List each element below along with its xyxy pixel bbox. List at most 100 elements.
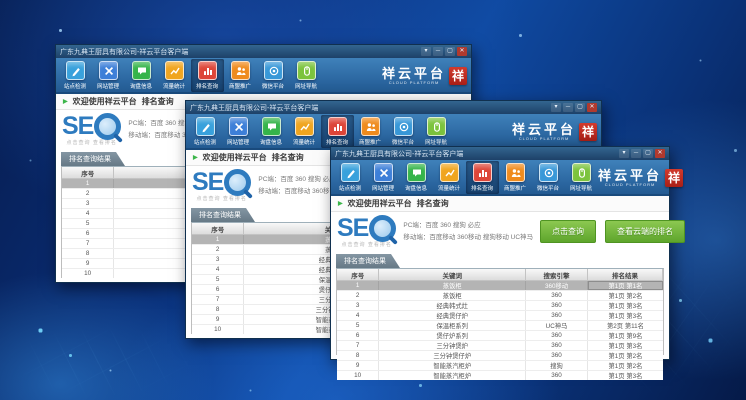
site-nav-icon: [572, 163, 591, 182]
skin-button[interactable]: ▾: [551, 103, 561, 112]
site-check-icon: [66, 61, 85, 80]
toolbar-item-商盟推广[interactable]: 商盟推广: [354, 115, 387, 148]
table-row[interactable]: 2蒸饭柜360第1页 第2名: [337, 291, 663, 301]
toolbar-item-排名查询[interactable]: 排名查询: [321, 115, 354, 148]
toolbar-item-网址导航[interactable]: 网址导航: [290, 59, 323, 92]
breadcrumb-page: 排名查询: [417, 198, 449, 209]
toolbar-item-商盟推广[interactable]: 商盟推广: [224, 59, 257, 92]
close-button[interactable]: ✕: [655, 149, 665, 158]
cell-no: 3: [192, 255, 244, 264]
brand-logo: 祥云平台 CLOUD PLATFORM 祥: [382, 59, 468, 92]
cell-engine: 360: [526, 331, 588, 340]
query-button[interactable]: 点击查询: [540, 220, 596, 243]
toolbar-items: 站点检测网站管理询盘信息流量统计 排名查询商盟推广微信平台网址导航: [189, 115, 453, 148]
cell-no: 9: [192, 315, 244, 324]
toolbar-item-微信平台[interactable]: 微信平台: [532, 161, 565, 194]
table-row[interactable]: 5保温柜系列UC神马第2页 第11名: [337, 321, 663, 331]
main-toolbar: 站点检测网站管理询盘信息流量统计排名查询商盟推广微信平台网址导航 祥云平台 CL…: [56, 58, 471, 94]
cell-engine: 360: [526, 291, 588, 300]
toolbar-item-流量统计[interactable]: 流量统计: [288, 115, 321, 148]
table-row[interactable]: 7三分钟煲炉360第1页 第3名: [337, 341, 663, 351]
toolbar-item-label: 排名查询: [326, 137, 348, 145]
result-tab[interactable]: 排名查询结果: [191, 208, 255, 222]
table-row[interactable]: 1蒸饭柜360移动第1页 第1名: [337, 281, 663, 291]
main-toolbar: 站点检测网站管理询盘信息流量统计 排名查询商盟推广微信平台网址导航 祥云平台 CL…: [186, 114, 601, 150]
toolbar-item-label: 网站管理: [227, 137, 249, 145]
ranking-table: 序号 关键词 搜索引擎 排名结果 1蒸饭柜360移动第1页 第1名2蒸饭柜360…: [336, 268, 664, 355]
close-button[interactable]: ✕: [457, 47, 467, 56]
toolbar-item-网址导航[interactable]: 网址导航: [420, 115, 453, 148]
table-row[interactable]: 4经典煲仔炉360第1页 第3名: [337, 311, 663, 321]
result-tab[interactable]: 排名查询结果: [336, 254, 400, 268]
table-row[interactable]: 10智能蒸汽柜炉360第1页 第3名: [337, 371, 663, 380]
toolbar-item-站点检测[interactable]: 站点检测: [334, 161, 367, 194]
cloud-rank-button[interactable]: 查看云端的排名: [605, 220, 685, 243]
window-title: 广东九典王厨具有限公司-祥云平台客户端: [335, 149, 463, 159]
skin-button[interactable]: ▾: [619, 149, 629, 158]
breadcrumb: ▶ 欢迎使用祥云平台 排名查询: [331, 196, 669, 212]
toolbar-item-询盘信息[interactable]: 询盘信息: [400, 161, 433, 194]
toolbar-item-label: 网站管理: [372, 183, 394, 191]
brand-name-en: CLOUD PLATFORM: [519, 137, 570, 141]
breadcrumb-arrow-icon: ▶: [338, 200, 343, 207]
brand-seal-icon: 祥: [449, 67, 467, 85]
minimize-button[interactable]: ─: [433, 47, 443, 56]
toolbar-item-网站管理[interactable]: 网站管理: [222, 115, 255, 148]
background-stars: [0, 0, 1, 1]
table-row[interactable]: 3经典韩式灶360第1页 第3名: [337, 301, 663, 311]
table-row[interactable]: 6煲仔炉系列360第1页 第9名: [337, 331, 663, 341]
brand-seal-icon: 祥: [665, 169, 683, 187]
toolbar-item-站点检测[interactable]: 站点检测: [59, 59, 92, 92]
toolbar-item-流量统计[interactable]: 流量统计: [433, 161, 466, 194]
toolbar-item-询盘信息[interactable]: 询盘信息: [125, 59, 158, 92]
toolbar-item-微信平台[interactable]: 微信平台: [257, 59, 290, 92]
minimize-button[interactable]: ─: [631, 149, 641, 158]
toolbar-item-label: 商盟推广: [229, 81, 251, 89]
toolbar-item-label: 询盘信息: [130, 81, 152, 89]
toolbar-item-排名查询[interactable]: 排名查询: [191, 59, 224, 92]
toolbar-item-网站管理[interactable]: 网站管理: [367, 161, 400, 194]
seo-logo-text: SE: [192, 170, 223, 195]
toolbar-item-商盟推广[interactable]: 商盟推广: [499, 161, 532, 194]
seo-header-row: SE 点击查询 查看排名 PC端：百度 360 搜狗 必应 移动端：百度移动 3…: [331, 212, 669, 250]
cell-keyword: 蒸饭柜: [379, 291, 526, 300]
alliance-promo-icon: [506, 163, 525, 182]
cell-keyword: 保温柜系列: [379, 321, 526, 330]
maximize-button[interactable]: ▢: [643, 149, 653, 158]
cell-no: 10: [337, 371, 379, 380]
cell-rank: 第1页 第2名: [588, 361, 663, 370]
title-bar[interactable]: 广东九典王厨具有限公司-祥云平台客户端 ▾ ─ ▢ ✕: [186, 101, 601, 114]
toolbar-item-网址导航[interactable]: 网址导航: [565, 161, 598, 194]
cell-no: 6: [62, 229, 114, 238]
cell-rank: 第1页 第3名: [588, 301, 663, 310]
inquiry-icon: [132, 61, 151, 80]
cell-rank: 第1页 第3名: [588, 311, 663, 320]
skin-button[interactable]: ▾: [421, 47, 431, 56]
table-row[interactable]: 8三分钟煲仔炉360第1页 第2名: [337, 351, 663, 361]
header-engine: 搜索引擎: [526, 269, 588, 280]
maximize-button[interactable]: ▢: [445, 47, 455, 56]
toolbar-item-微信平台[interactable]: 微信平台: [387, 115, 420, 148]
brand-logo: 祥云平台 CLOUD PLATFORM 祥: [512, 115, 598, 148]
toolbar-item-询盘信息[interactable]: 询盘信息: [255, 115, 288, 148]
close-button[interactable]: ✕: [587, 103, 597, 112]
toolbar-item-排名查询[interactable]: 排名查询: [466, 161, 499, 194]
toolbar-item-label: 流量统计: [293, 137, 315, 145]
title-bar[interactable]: 广东九典王厨具有限公司-祥云平台客户端 ▾ ─ ▢ ✕: [331, 147, 669, 160]
table-row[interactable]: 9智能蒸汽柜炉搜狗第1页 第2名: [337, 361, 663, 371]
alliance-promo-icon: [361, 117, 380, 136]
cell-engine: UC神马: [526, 321, 588, 330]
title-bar[interactable]: 广东九典王厨具有限公司-祥云平台客户端 ▾ ─ ▢ ✕: [56, 45, 471, 58]
toolbar-item-站点检测[interactable]: 站点检测: [189, 115, 222, 148]
minimize-button[interactable]: ─: [563, 103, 573, 112]
cell-no: 10: [192, 325, 244, 334]
toolbar-item-流量统计[interactable]: 流量统计: [158, 59, 191, 92]
traffic-stats-icon: [440, 163, 459, 182]
result-tab[interactable]: 排名查询结果: [61, 152, 125, 166]
action-buttons: 点击查询 查看云端的排名: [540, 220, 685, 243]
brand-name-cn: 祥云平台: [598, 169, 662, 182]
toolbar-item-网站管理[interactable]: 网站管理: [92, 59, 125, 92]
maximize-button[interactable]: ▢: [575, 103, 585, 112]
brand-name-cn: 祥云平台: [512, 123, 576, 136]
toolbar-item-label: 流量统计: [438, 183, 460, 191]
